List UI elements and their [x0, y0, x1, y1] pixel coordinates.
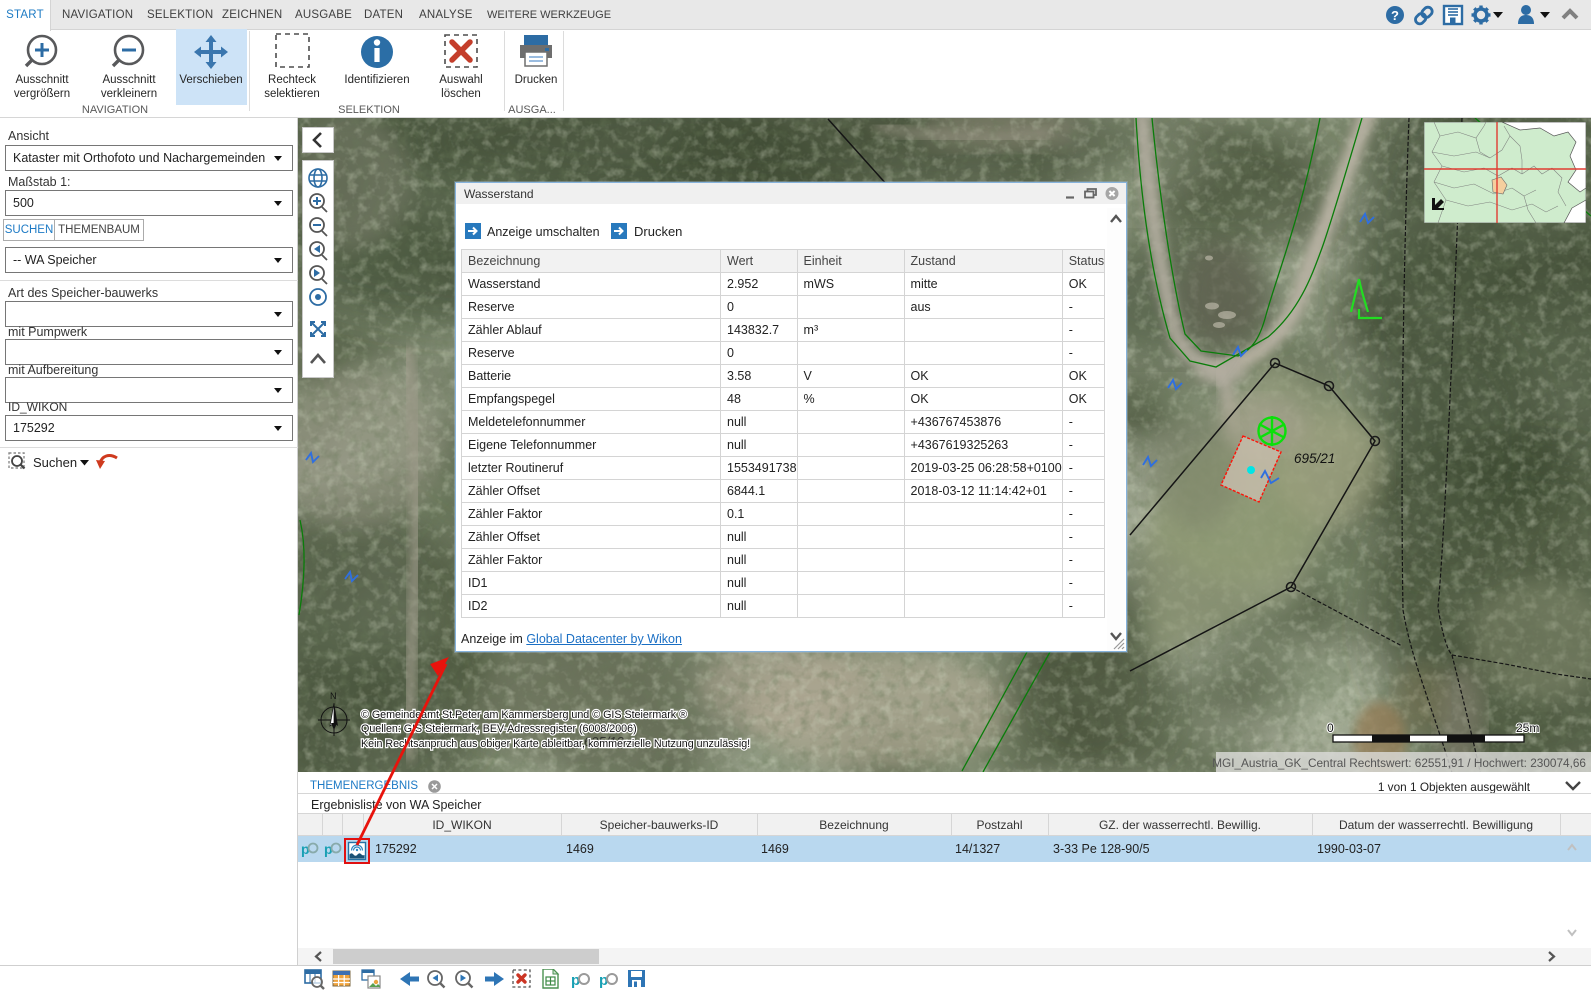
- svg-text:695/21: 695/21: [1294, 451, 1335, 466]
- svg-text:?: ?: [1391, 8, 1399, 23]
- svg-text:Suchen: Suchen: [33, 455, 77, 470]
- svg-text:© Gemeindeamt St.Peter am Kamm: © Gemeindeamt St.Peter am Kammersberg un…: [361, 709, 687, 721]
- svg-text:Drucken: Drucken: [634, 224, 682, 239]
- svg-text:25m: 25m: [1516, 721, 1539, 735]
- svg-text:Quellen: GIS Steiermark, BEV-A: Quellen: GIS Steiermark, BEV-Adressregis…: [361, 723, 637, 735]
- svg-text:Anzeige umschalten: Anzeige umschalten: [487, 225, 600, 239]
- svg-text:MGI_Austria_GK_Central Rechtsw: MGI_Austria_GK_Central Rechtswert: 62551…: [1212, 756, 1586, 770]
- svg-text:N: N: [330, 691, 337, 701]
- svg-text:0: 0: [1327, 721, 1334, 735]
- svg-text:Kein Rechtsanpruch aus obiger: Kein Rechtsanpruch aus obiger Karte able…: [361, 738, 750, 750]
